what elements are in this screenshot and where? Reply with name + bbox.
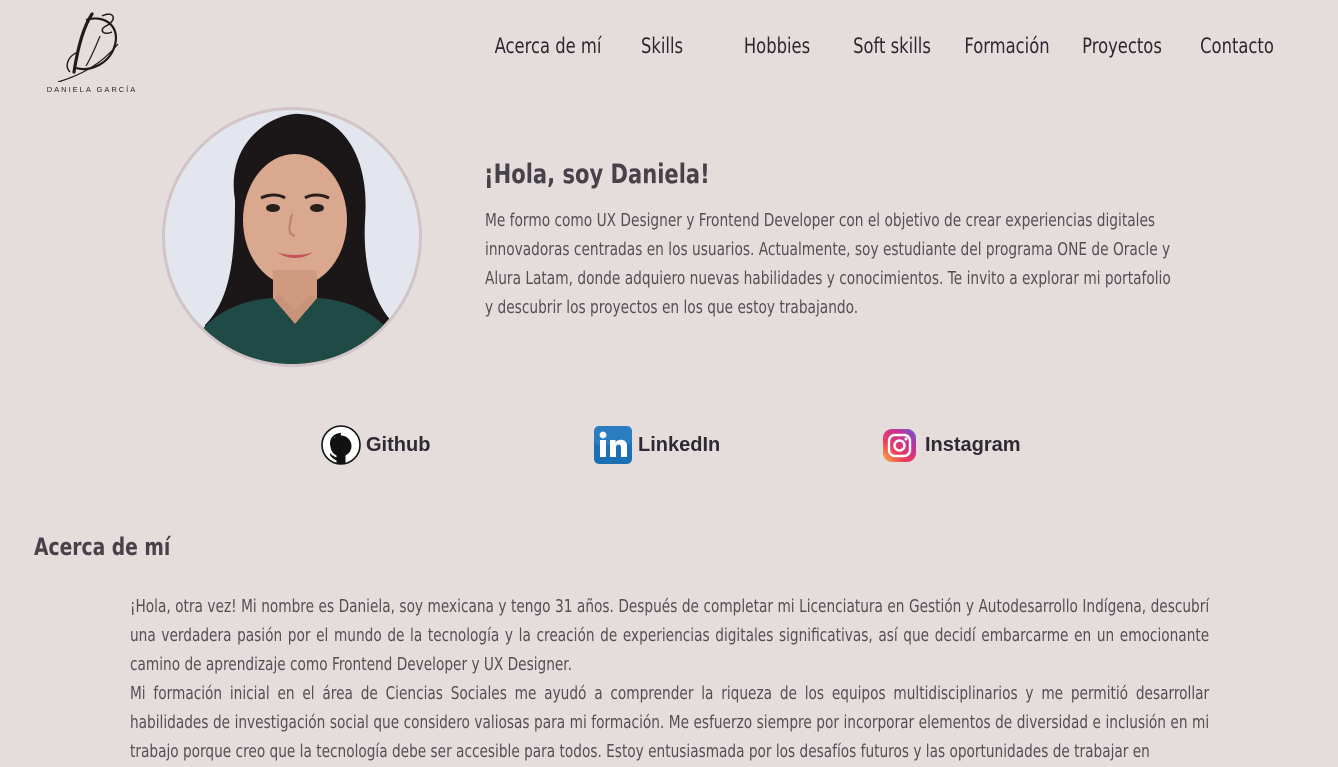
main-nav: Acerca de mí Skills Hobbies Soft skills … xyxy=(0,34,1338,66)
site-header: DANIELA GARCÍA Acerca de mí Skills Hobbi… xyxy=(0,0,1338,100)
nav-link-acerca[interactable]: Acerca de mí xyxy=(492,34,604,58)
social-link-linkedin[interactable]: LinkedIn xyxy=(593,424,720,466)
about-section-text: ¡Hola, otra vez! Mi nombre es Daniela, s… xyxy=(130,593,1209,767)
nav-link-proyectos[interactable]: Proyectos xyxy=(1078,34,1165,58)
instagram-icon xyxy=(883,429,916,462)
linkedin-icon xyxy=(594,426,632,464)
social-link-github[interactable]: Github xyxy=(321,424,430,466)
hero-description: Me formo como UX Designer y Frontend Dev… xyxy=(485,211,1171,318)
profile-portrait-image xyxy=(165,110,419,364)
nav-link-hobbies[interactable]: Hobbies xyxy=(738,34,816,58)
nav-link-contacto[interactable]: Contacto xyxy=(1197,34,1277,58)
nav-link-formacion[interactable]: Formación xyxy=(963,34,1050,58)
nav-link-skills[interactable]: Skills xyxy=(634,34,690,58)
about-paragraph: Mi formación inicial en el área de Cienc… xyxy=(130,684,1210,762)
profile-photo xyxy=(162,107,422,367)
hero-title: ¡Hola, soy Daniela! xyxy=(484,159,710,190)
about-paragraph: ¡Hola, otra vez! Mi nombre es Daniela, s… xyxy=(130,597,1210,675)
nav-link-soft-skills[interactable]: Soft skills xyxy=(850,34,934,58)
logo-name: DANIELA GARCÍA xyxy=(46,85,138,94)
social-link-instagram[interactable]: Instagram xyxy=(880,424,1021,466)
social-label-github: Github xyxy=(366,433,431,456)
github-icon xyxy=(321,425,361,465)
social-label-linkedin: LinkedIn xyxy=(638,433,721,456)
social-label-instagram: Instagram xyxy=(925,433,1021,456)
about-section-title: Acerca de mí xyxy=(34,533,171,561)
